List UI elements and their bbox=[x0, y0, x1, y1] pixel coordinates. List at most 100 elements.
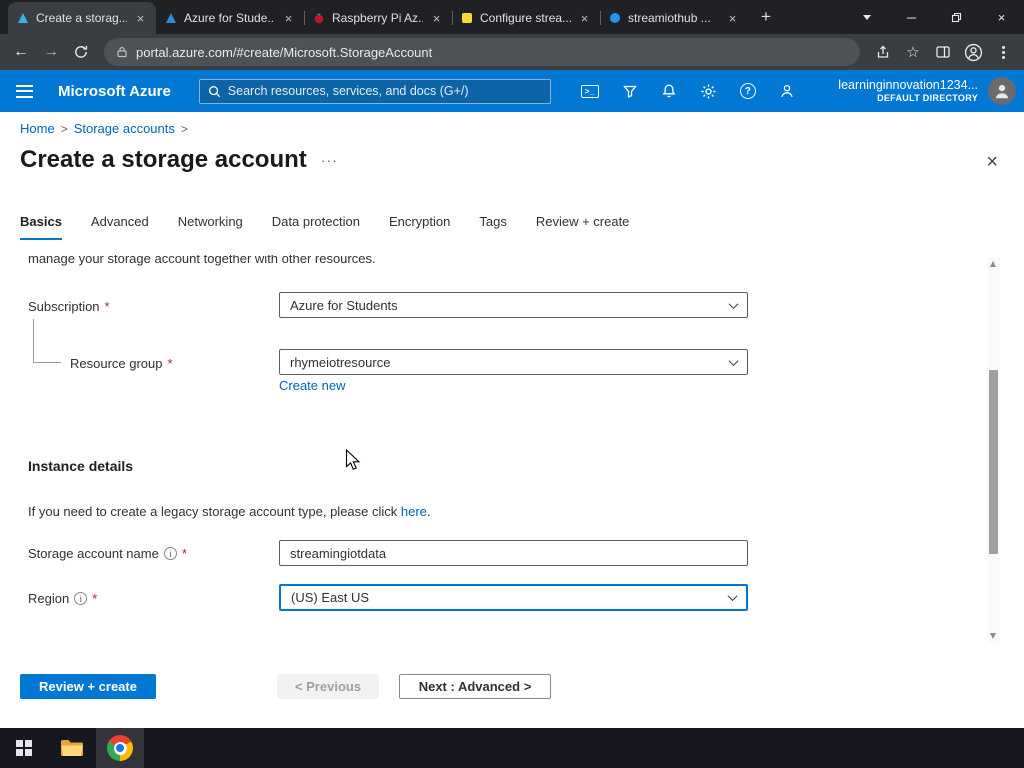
raspberry-pi-favicon bbox=[312, 11, 326, 25]
feedback-button[interactable] bbox=[779, 83, 795, 99]
gear-icon bbox=[701, 83, 716, 99]
wizard-footer: Review + create < Previous Next : Advanc… bbox=[0, 645, 1024, 728]
required-marker: * bbox=[92, 591, 98, 606]
tab-basics[interactable]: Basics bbox=[20, 214, 62, 240]
resource-group-dropdown[interactable]: rhymeiotresource bbox=[279, 349, 748, 375]
storage-account-name-label: Storage account name * bbox=[28, 546, 187, 561]
label-text: Resource group bbox=[70, 356, 163, 371]
side-panel-button[interactable] bbox=[928, 37, 958, 67]
tab-encryption[interactable]: Encryption bbox=[389, 214, 450, 240]
help-icon bbox=[739, 83, 756, 99]
info-icon[interactable] bbox=[74, 592, 88, 605]
next-advanced-button[interactable]: Next : Advanced > bbox=[399, 674, 551, 699]
bell-icon bbox=[662, 84, 676, 98]
azure-header: Microsoft Azure learninginnovation1234..… bbox=[0, 70, 1024, 112]
tab-data-protection[interactable]: Data protection bbox=[272, 214, 360, 240]
bookmark-button[interactable]: ☆ bbox=[898, 37, 928, 67]
region-value: (US) East US bbox=[291, 590, 370, 605]
close-window-button[interactable]: × bbox=[979, 0, 1024, 34]
label-text: Storage account name bbox=[28, 546, 159, 561]
breadcrumb-storage-accounts[interactable]: Storage accounts bbox=[74, 121, 175, 136]
restore-button[interactable] bbox=[934, 0, 979, 34]
person-icon bbox=[781, 84, 793, 98]
minimize-button[interactable]: ─ bbox=[889, 0, 934, 34]
profile-button[interactable] bbox=[958, 37, 988, 67]
legacy-text: If you need to create a legacy storage a… bbox=[28, 504, 401, 519]
forward-button[interactable]: → bbox=[36, 37, 66, 67]
tab-networking[interactable]: Networking bbox=[178, 214, 243, 240]
help-button[interactable] bbox=[739, 83, 756, 99]
previous-button[interactable]: < Previous bbox=[277, 674, 379, 699]
azure-favicon bbox=[164, 11, 178, 25]
review-create-button[interactable]: Review + create bbox=[20, 674, 156, 699]
scroll-down-arrow[interactable] bbox=[990, 633, 996, 639]
tab-close-icon[interactable]: × bbox=[133, 11, 148, 26]
subscription-dropdown[interactable]: Azure for Students bbox=[279, 292, 748, 318]
settings-button[interactable] bbox=[700, 83, 717, 100]
page-more-menu[interactable]: ··· bbox=[321, 152, 338, 168]
tab-close-icon[interactable]: × bbox=[725, 11, 740, 26]
subscription-value: Azure for Students bbox=[290, 297, 398, 313]
profile-icon bbox=[964, 43, 982, 61]
nesting-connector bbox=[33, 319, 61, 363]
browser-tab-streamiothub[interactable]: streamiothub ... × bbox=[600, 2, 748, 34]
tab-title: streamiothub ... bbox=[628, 11, 711, 25]
refresh-button[interactable] bbox=[66, 37, 96, 67]
url-text: portal.azure.com/#create/Microsoft.Stora… bbox=[136, 44, 433, 60]
azure-search[interactable] bbox=[198, 78, 551, 104]
tab-search-button[interactable] bbox=[844, 0, 889, 34]
address-bar[interactable]: portal.azure.com/#create/Microsoft.Stora… bbox=[104, 38, 860, 66]
azure-search-input[interactable] bbox=[227, 84, 542, 98]
directory-filter-button[interactable] bbox=[622, 83, 638, 99]
browser-tab-create-storage[interactable]: Create a storag... × bbox=[8, 2, 156, 34]
breadcrumb-home[interactable]: Home bbox=[20, 121, 55, 136]
instance-details-heading: Instance details bbox=[28, 458, 134, 474]
tab-review-create[interactable]: Review + create bbox=[536, 214, 630, 240]
tab-close-icon[interactable]: × bbox=[577, 11, 592, 26]
side-panel-icon bbox=[936, 46, 950, 58]
breadcrumb-separator: > bbox=[180, 121, 188, 136]
browser-tab-configure-stream[interactable]: Configure strea... × bbox=[452, 2, 600, 34]
tab-tags[interactable]: Tags bbox=[479, 214, 506, 240]
azure-brand[interactable]: Microsoft Azure bbox=[58, 83, 171, 100]
browser-tab-raspberry-pi[interactable]: Raspberry Pi Az... × bbox=[304, 2, 452, 34]
account-info[interactable]: learninginnovation1234... DEFAULT DIRECT… bbox=[828, 78, 978, 105]
region-label: Region * bbox=[28, 591, 97, 606]
here-link[interactable]: here bbox=[401, 504, 427, 519]
vertical-scrollbar[interactable] bbox=[987, 257, 1000, 643]
cloud-shell-button[interactable] bbox=[580, 84, 599, 98]
browser-menu-button[interactable] bbox=[988, 37, 1018, 67]
scrollbar-thumb[interactable] bbox=[989, 370, 998, 554]
resource-group-label: Resource group * bbox=[70, 356, 173, 371]
page-close-icon[interactable]: × bbox=[986, 152, 998, 172]
subscription-label: Subscription * bbox=[28, 299, 110, 314]
label-text: Region bbox=[28, 591, 70, 606]
account-directory: DEFAULT DIRECTORY bbox=[877, 93, 978, 104]
hamburger-icon bbox=[15, 84, 33, 98]
tab-close-icon[interactable]: × bbox=[429, 11, 444, 26]
azure-portal-favicon bbox=[16, 11, 30, 25]
create-new-link[interactable]: Create new bbox=[279, 378, 345, 393]
account-avatar[interactable] bbox=[988, 77, 1016, 105]
filter-icon bbox=[622, 85, 637, 98]
required-marker: * bbox=[104, 299, 110, 314]
scroll-up-arrow[interactable] bbox=[990, 261, 996, 267]
browser-tab-strip: Create a storag... × Azure for Stude... … bbox=[0, 0, 844, 34]
portal-menu-button[interactable] bbox=[0, 70, 48, 112]
start-button[interactable] bbox=[0, 728, 48, 768]
info-icon[interactable] bbox=[163, 547, 177, 560]
notifications-button[interactable] bbox=[661, 83, 677, 99]
chrome-taskbar-button[interactable] bbox=[96, 728, 144, 768]
browser-toolbar: ← → portal.azure.com/#create/Microsoft.S… bbox=[0, 34, 1024, 70]
tab-close-icon[interactable]: × bbox=[281, 11, 296, 26]
new-tab-button[interactable]: + bbox=[752, 3, 780, 31]
windows-logo-icon bbox=[16, 740, 32, 756]
form-content: manage your storage account together wit… bbox=[0, 255, 1024, 645]
storage-account-name-input[interactable] bbox=[279, 540, 748, 566]
file-explorer-button[interactable] bbox=[48, 728, 96, 768]
share-button[interactable] bbox=[868, 37, 898, 67]
browser-tab-azure-students[interactable]: Azure for Stude... × bbox=[156, 2, 304, 34]
back-button[interactable]: ← bbox=[6, 37, 36, 67]
region-dropdown[interactable]: (US) East US bbox=[279, 584, 748, 611]
tab-advanced[interactable]: Advanced bbox=[91, 214, 149, 240]
